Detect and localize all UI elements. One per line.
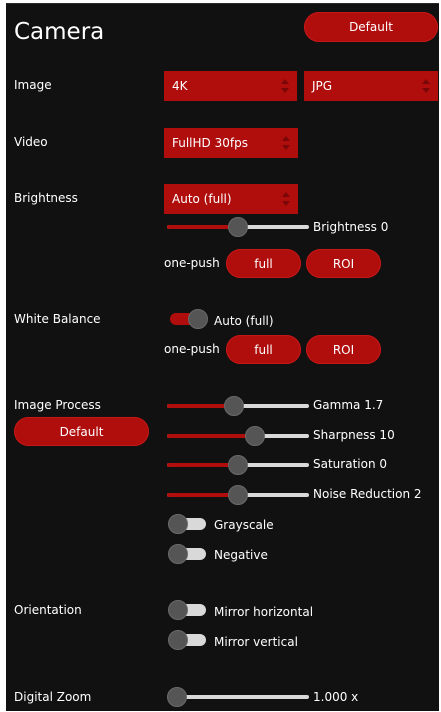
select-arrows-icon <box>422 79 430 93</box>
select-arrows-icon <box>281 79 289 93</box>
format-select[interactable]: JPG <box>304 71 438 101</box>
slider-knob[interactable] <box>228 217 248 237</box>
select-arrows-icon <box>282 136 290 150</box>
video-mode-value: FullHD 30fps <box>172 136 248 150</box>
page-title: Camera <box>14 19 105 45</box>
gamma-slider[interactable] <box>167 395 309 417</box>
negative-label: Negative <box>214 548 268 562</box>
image-label: Image <box>14 78 52 92</box>
brightness-full-button[interactable]: full <box>226 249 301 278</box>
white-balance-roi-button[interactable]: ROI <box>306 335 381 364</box>
negative-toggle[interactable] <box>168 544 208 564</box>
saturation-slider[interactable] <box>167 454 309 476</box>
brightness-slider-label: Brightness 0 <box>313 220 389 234</box>
resolution-value: 4K <box>172 79 188 93</box>
brightness-slider[interactable] <box>167 216 309 238</box>
slider-knob[interactable] <box>245 426 266 446</box>
default-button[interactable]: Default <box>304 12 438 42</box>
brightness-roi-button[interactable]: ROI <box>306 249 381 278</box>
white-balance-full-button[interactable]: full <box>226 335 301 364</box>
sharpness-slider[interactable] <box>167 425 309 447</box>
mirror-horizontal-label: Mirror horizontal <box>214 605 314 619</box>
white-balance-label: White Balance <box>14 312 101 326</box>
format-value: JPG <box>312 79 333 93</box>
slider-knob[interactable] <box>228 485 248 505</box>
white-balance-auto-label: Auto (full) <box>214 314 274 328</box>
slider-knob[interactable] <box>224 396 245 416</box>
white-balance-one-push-label: one-push <box>164 342 220 356</box>
digital-zoom-label: Digital Zoom <box>14 690 92 704</box>
noise-reduction-slider[interactable] <box>167 484 309 506</box>
mirror-vertical-label: Mirror vertical <box>214 635 298 649</box>
orientation-label: Orientation <box>14 603 82 617</box>
camera-panel: Camera Default Image 4K JPG Video FullHD… <box>6 3 439 711</box>
select-arrows-icon <box>282 192 290 206</box>
sharpness-label: Sharpness 10 <box>313 428 395 442</box>
saturation-label: Saturation 0 <box>313 457 388 471</box>
white-balance-auto-toggle[interactable] <box>168 309 208 329</box>
video-mode-select[interactable]: FullHD 30fps <box>164 128 298 158</box>
brightness-one-push-label: one-push <box>164 256 220 270</box>
image-process-default-button[interactable]: Default <box>14 417 149 446</box>
brightness-mode-select[interactable]: Auto (full) <box>164 184 298 214</box>
image-process-label: Image Process <box>14 398 101 412</box>
slider-knob[interactable] <box>167 687 187 707</box>
slider-knob[interactable] <box>228 455 248 475</box>
brightness-mode-value: Auto (full) <box>172 192 232 206</box>
digital-zoom-slider[interactable] <box>167 686 309 708</box>
grayscale-label: Grayscale <box>214 518 274 532</box>
resolution-select[interactable]: 4K <box>164 71 297 101</box>
noise-reduction-label: Noise Reduction 2 <box>313 487 422 501</box>
digital-zoom-value-label: 1.000 x <box>313 690 359 704</box>
video-label: Video <box>14 135 48 149</box>
brightness-label: Brightness <box>14 191 78 205</box>
mirror-horizontal-toggle[interactable] <box>168 600 208 620</box>
grayscale-toggle[interactable] <box>168 514 208 534</box>
mirror-vertical-toggle[interactable] <box>168 630 208 650</box>
gamma-label: Gamma 1.7 <box>313 398 384 412</box>
